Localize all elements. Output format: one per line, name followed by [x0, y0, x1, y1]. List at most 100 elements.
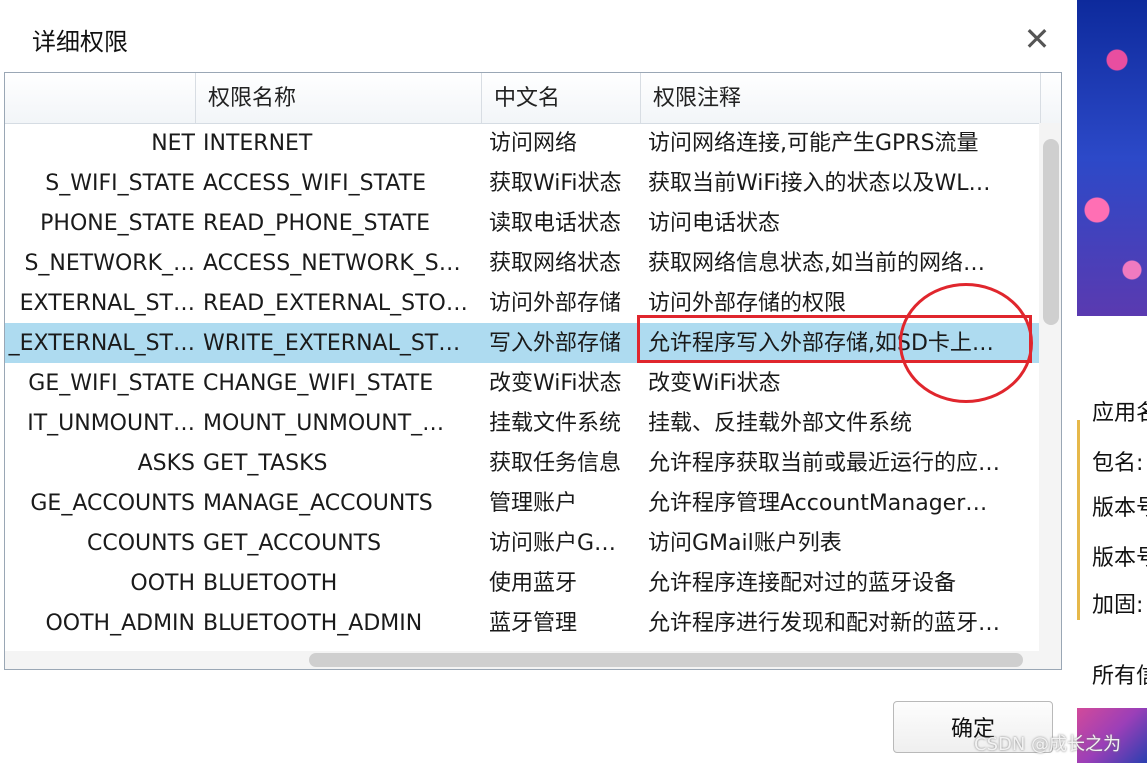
table-cell: 读取电话状态 [489, 211, 622, 236]
table-row[interactable]: S_NETWORK_… ACCESS_NETWORK_S… 获取网络状态 获取网络信息… [5, 243, 1039, 283]
table-row[interactable]: S_WIFI_STATE ACCESS_WIFI_STATE 获取WiFi状态 获取当… [5, 163, 1039, 203]
table-row[interactable]: ASKS GET_TASKS 获取任务信息 允许程序获取当前或最近运行的应… [5, 443, 1039, 483]
table-cell: 使用蓝牙 [489, 571, 578, 596]
permissions-table: 权限名称 中文名 权限注释 NET INTERNET 访问网络 访问网络连接,可能产生… [4, 72, 1062, 670]
background-label: 所有信 [1092, 664, 1147, 689]
table-cell: 允许程序写入外部存储,如SD卡上… [648, 331, 994, 356]
table-cell-text: EXTERNAL_ST… [19, 291, 195, 316]
table-cell: BLUETOOTH [203, 571, 338, 596]
table-cell-text: PHONE_STATE [40, 211, 195, 236]
table-cell: 访问外部存储 [489, 291, 622, 316]
table-row[interactable]: GE_WIFI_STATE CHANGE_WIFI_STATE 改变WiFi状态 改变… [5, 363, 1039, 403]
table-cell: GET_TASKS [203, 451, 328, 476]
table-cell: 访问账户G… [489, 531, 617, 556]
column-header-permission-name[interactable]: 权限名称 [195, 73, 481, 123]
table-cell-text: GE_WIFI_STATE [28, 371, 195, 396]
table-cell: NET [5, 123, 195, 163]
table-cell: MOUNT_UNMOUNT_… [203, 411, 445, 436]
column-header-chinese-name[interactable]: 中文名 [481, 73, 640, 123]
table-cell: 写入外部存储 [489, 331, 622, 356]
table-cell: 允许程序连接配对过的蓝牙设备 [648, 571, 957, 596]
table-cell-text: CCOUNTS [86, 531, 195, 556]
table-row[interactable]: CCOUNTS GET_ACCOUNTS 访问账户G… 访问GMail账户列表 [5, 523, 1039, 563]
background-accent-bar [1077, 420, 1080, 620]
table-cell: 允许程序获取当前或最近运行的应… [648, 451, 1001, 476]
table-cell: GE_ACCOUNTS [5, 483, 195, 523]
table-cell: 挂载、反挂载外部文件系统 [648, 411, 913, 436]
dialog-title: 详细权限 [32, 28, 128, 56]
horizontal-scrollbar-thumb[interactable] [309, 653, 1023, 667]
column-header[interactable] [5, 73, 195, 123]
table-cell: ACCESS_NETWORK_S… [203, 251, 461, 276]
background-label: 版本号 [1092, 496, 1147, 521]
table-cell: 改变WiFi状态 [648, 371, 781, 396]
table-cell: 改变WiFi状态 [489, 371, 622, 396]
table-row[interactable]: IT_UNMOUNT… MOUNT_UNMOUNT_… 挂载文件系统 挂载、反挂载外部… [5, 403, 1039, 443]
table-cell: 访问网络 [489, 131, 578, 156]
permission-details-dialog: 详细权限 ✕ 权限名称 中文名 权限注释 NET INTERNET 访问网络 访问网络… [0, 0, 1077, 763]
table-cell: PHONE_STATE [5, 203, 195, 243]
table-cell: OOTH_ADMIN [5, 603, 195, 643]
table-cell: 允许程序管理AccountManager… [648, 491, 988, 516]
table-cell-text: S_NETWORK_… [24, 251, 195, 276]
table-cell: READ_PHONE_STATE [203, 211, 431, 236]
background-label: 版本号 [1092, 546, 1147, 571]
table-cell-text: _EXTERNAL_ST… [8, 331, 195, 356]
table-cell: ACCESS_WIFI_STATE [203, 171, 426, 196]
column-header-filler [1040, 73, 1061, 123]
table-cell-text: OOTH [130, 571, 195, 596]
table-cell: 允许程序进行发现和配对新的蓝牙… [648, 611, 1001, 636]
table-cell: INTERNET [203, 131, 313, 156]
table-header: 权限名称 中文名 权限注释 [5, 73, 1061, 124]
table-cell: 获取网络状态 [489, 251, 622, 276]
table-cell: BLUETOOTH_ADMIN [203, 611, 423, 636]
table-cell: WRITE_EXTERNAL_ST… [203, 331, 461, 356]
table-cell: OOTH [5, 563, 195, 603]
table-cell: 访问外部存储的权限 [648, 291, 847, 316]
table-cell: 管理账户 [489, 491, 578, 516]
table-cell: GET_ACCOUNTS [203, 531, 382, 556]
table-cell: 访问电话状态 [648, 211, 781, 236]
table-cell: 获取WiFi状态 [489, 171, 622, 196]
table-row[interactable]: NET INTERNET 访问网络 访问网络连接,可能产生GPRS流量 [5, 123, 1039, 163]
table-cell: READ_EXTERNAL_STO… [203, 291, 468, 316]
table-cell: 获取当前WiFi接入的状态以及WL… [648, 171, 991, 196]
table-body: NET INTERNET 访问网络 访问网络连接,可能产生GPRS流量 S_WIFI_S… [5, 123, 1039, 653]
table-cell: _EXTERNAL_ST… [5, 323, 195, 363]
table-cell-text: ASKS [137, 451, 195, 476]
table-cell: MANAGE_ACCOUNTS [203, 491, 433, 516]
background-wallpaper [1077, 0, 1147, 316]
table-cell: 获取任务信息 [489, 451, 622, 476]
table-cell: GE_WIFI_STATE [5, 363, 195, 403]
table-cell: IT_UNMOUNT… [5, 403, 195, 443]
table-cell-text: NET [151, 131, 195, 156]
column-header-permission-note[interactable]: 权限注释 [640, 73, 1040, 123]
table-cell: 蓝牙管理 [489, 611, 578, 636]
table-cell-text: S_WIFI_STATE [45, 171, 195, 196]
table-cell: CCOUNTS [5, 523, 195, 563]
table-row[interactable]: GE_ACCOUNTS MANAGE_ACCOUNTS 管理账户 允许程序管理Acco… [5, 483, 1039, 523]
vertical-scrollbar-thumb[interactable] [1043, 139, 1059, 325]
table-cell: ASKS [5, 443, 195, 483]
table-cell-text: GE_ACCOUNTS [30, 491, 195, 516]
table-cell: EXTERNAL_ST… [5, 283, 195, 323]
table-cell: S_WIFI_STATE [5, 163, 195, 203]
background-label: 应用名 [1092, 401, 1147, 426]
watermark: CSDN @成长之为 [974, 734, 1122, 755]
table-cell: 获取网络信息状态,如当前的网络… [648, 251, 985, 276]
table-cell-text: IT_UNMOUNT… [27, 411, 195, 436]
table-cell: 访问GMail账户列表 [648, 531, 842, 556]
background-label: 包名: [1092, 451, 1144, 476]
table-row[interactable]: _EXTERNAL_ST… WRITE_EXTERNAL_ST… 写入外部存储 允许程… [5, 323, 1039, 363]
table-cell: 挂载文件系统 [489, 411, 622, 436]
table-cell: CHANGE_WIFI_STATE [203, 371, 434, 396]
table-row[interactable]: OOTH BLUETOOTH 使用蓝牙 允许程序连接配对过的蓝牙设备 [5, 563, 1039, 603]
table-cell: 访问网络连接,可能产生GPRS流量 [648, 131, 979, 156]
table-cell-text: OOTH_ADMIN [45, 611, 195, 636]
background-label: 加固: [1092, 593, 1144, 618]
close-icon[interactable]: ✕ [1018, 20, 1056, 58]
table-row[interactable]: EXTERNAL_ST… READ_EXTERNAL_STO… 访问外部存储 访问外部… [5, 283, 1039, 323]
table-cell: S_NETWORK_… [5, 243, 195, 283]
table-row[interactable]: PHONE_STATE READ_PHONE_STATE 读取电话状态 访问电话状态 [5, 203, 1039, 243]
table-row[interactable]: OOTH_ADMIN BLUETOOTH_ADMIN 蓝牙管理 允许程序进行发现和配对… [5, 603, 1039, 643]
